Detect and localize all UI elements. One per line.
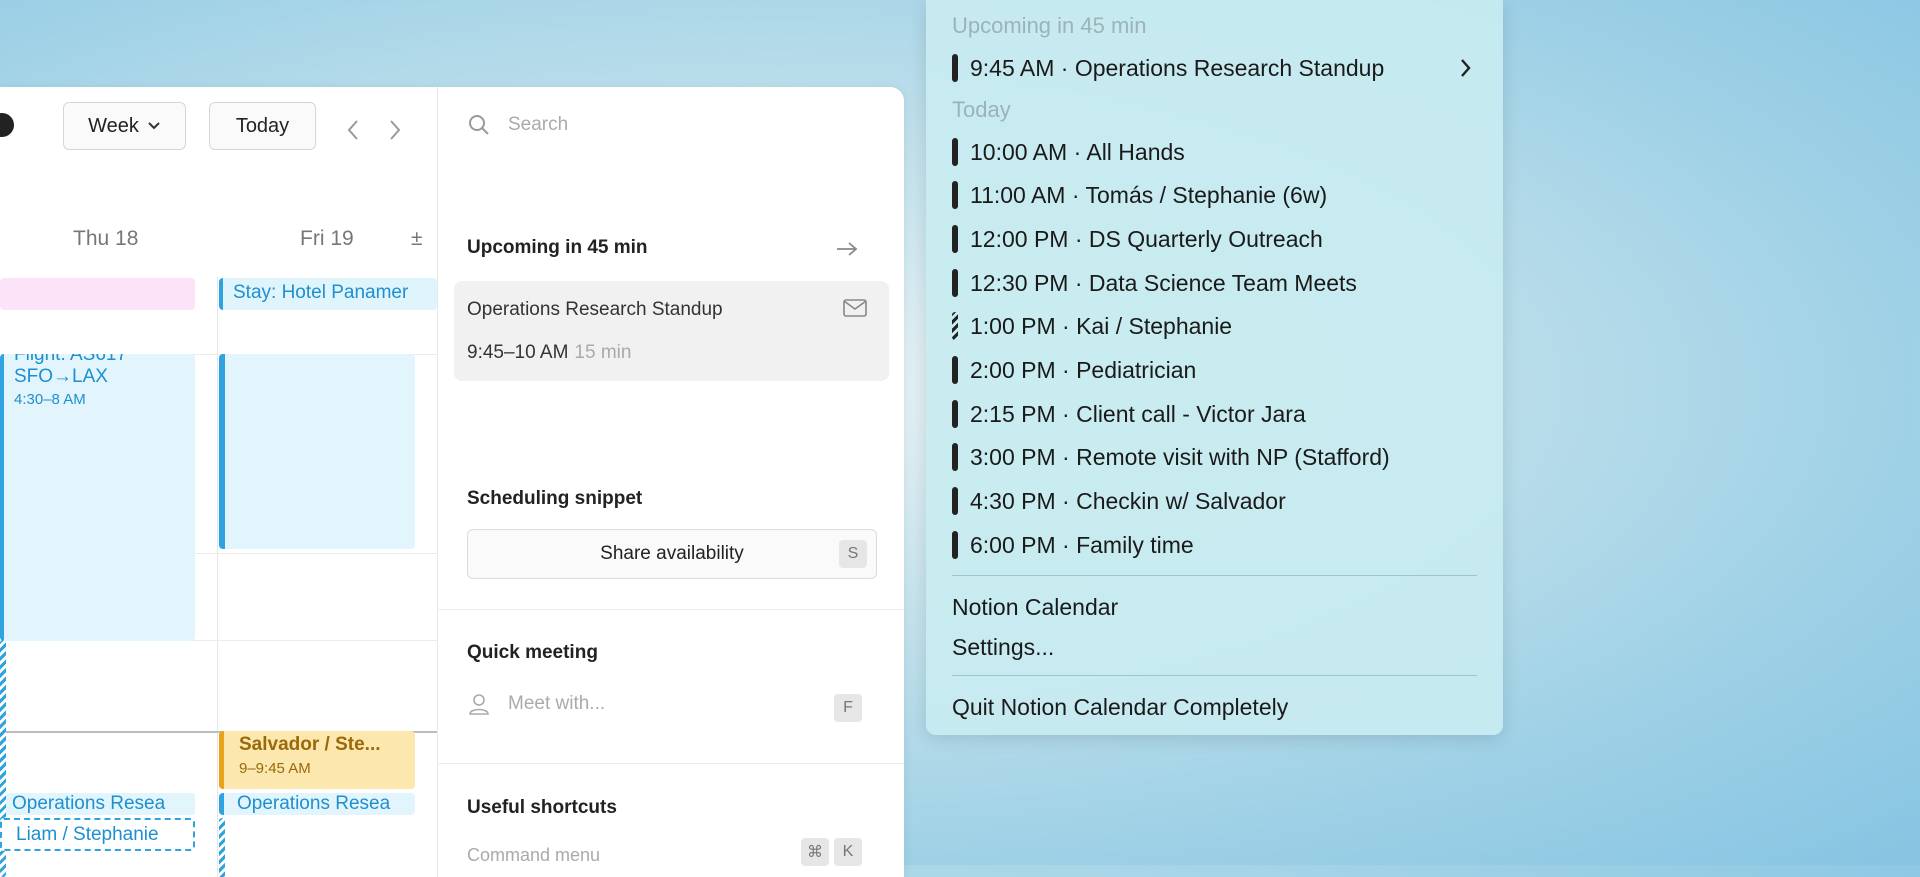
menu-item-label: 6:00 PM · Family time: [970, 531, 1194, 558]
menu-item-event[interactable]: 6:00 PM · Family time: [952, 530, 1194, 560]
right-sidebar: Search Upcoming in 45 min Operations Res…: [437, 87, 904, 877]
event-color-bar: [952, 54, 958, 82]
calendar-event-salvador[interactable]: Salvador / Ste... 9–9:45 AM: [219, 731, 415, 789]
search-input[interactable]: Search: [468, 114, 568, 136]
event-title: Flight: AS617: [14, 354, 128, 365]
upcoming-title: Upcoming in 45 min: [467, 237, 648, 258]
upcoming-event-card[interactable]: Operations Research Standup 9:45–10 AM 15…: [454, 281, 889, 381]
quick-meeting-title: Quick meeting: [467, 642, 598, 663]
chevron-right-icon: [1461, 59, 1471, 77]
avatar[interactable]: [0, 113, 14, 137]
event-route: SFO→LAX: [14, 366, 108, 387]
menu-item-app-name[interactable]: Notion Calendar: [952, 594, 1118, 621]
person-icon: [469, 694, 489, 715]
menu-item-upcoming[interactable]: 9:45 AM · Operations Research Standup: [952, 53, 1384, 83]
scheduling-title: Scheduling snippet: [467, 488, 643, 509]
event-color-bar: [952, 356, 958, 384]
share-availability-button[interactable]: Share availability S: [467, 529, 877, 579]
event-color-bar: [952, 443, 958, 471]
menu-divider: [952, 675, 1477, 676]
shortcuts-title: Useful shortcuts: [467, 797, 617, 818]
menu-item-event[interactable]: 4:30 PM · Checkin w/ Salvador: [952, 486, 1286, 516]
menubar-dropdown: Upcoming in 45 min 9:45 AM · Operations …: [926, 0, 1503, 735]
menu-item-event[interactable]: 2:00 PM · Pediatrician: [952, 355, 1196, 385]
menu-item-event[interactable]: 12:00 PM · DS Quarterly Outreach: [952, 224, 1323, 254]
chevron-right-icon[interactable]: [388, 119, 402, 141]
chevron-left-icon[interactable]: [346, 119, 360, 141]
column-divider: [217, 277, 218, 877]
event-time: 9–9:45 AM: [239, 760, 311, 777]
arrow-right-icon[interactable]: [836, 241, 858, 257]
menu-item-label: 12:00 PM · DS Quarterly Outreach: [970, 225, 1323, 252]
event-title: Salvador / Ste...: [239, 734, 381, 755]
event-color-bar: [952, 487, 958, 515]
view-select-label: Week: [88, 114, 139, 137]
upcoming-event-time: 9:45–10 AM 15 min: [467, 342, 631, 364]
share-availability-label: Share availability: [600, 543, 744, 564]
menu-item-quit[interactable]: Quit Notion Calendar Completely: [952, 694, 1288, 721]
event-color-bar: [952, 225, 958, 253]
command-menu-shortcut[interactable]: Command menu: [467, 845, 600, 866]
menu-item-event[interactable]: 2:15 PM · Client call - Victor Jara: [952, 399, 1306, 429]
event-duration: 15 min: [574, 342, 632, 363]
menu-item-label: 9:45 AM · Operations Research Standup: [970, 54, 1385, 81]
menu-item-settings[interactable]: Settings...: [952, 634, 1054, 661]
day-header-fri: Fri 19: [300, 227, 354, 250]
search-placeholder: Search: [508, 114, 569, 135]
k-key-badge: K: [834, 838, 862, 866]
cmd-key-badge: ⌘: [801, 838, 829, 866]
timezone-toggle-icon[interactable]: ±: [411, 227, 423, 251]
calendar-event-allday[interactable]: [0, 278, 195, 310]
event-color-bar: [952, 181, 958, 209]
meet-with-placeholder: Meet with...: [508, 693, 606, 714]
event-time-range: 9:45–10 AM: [467, 342, 569, 363]
event-color-bar: [952, 400, 958, 428]
calendar-event-hotel[interactable]: Stay: Hotel Panamer: [219, 278, 437, 310]
menu-item-event[interactable]: 10:00 AM · All Hands: [952, 137, 1185, 167]
menu-item-label: 3:00 PM · Remote visit with NP (Stafford…: [970, 443, 1390, 470]
shortcut-badge: S: [839, 540, 867, 568]
event-color-bar: [952, 531, 958, 559]
event-color-bar-tentative: [952, 312, 958, 340]
menu-item-label: 12:30 PM · Data Science Team Meets: [970, 269, 1357, 296]
calendar-event-hotel-block[interactable]: [219, 354, 415, 549]
day-header-thu: Thu 18: [73, 227, 139, 250]
menu-item-label: 2:15 PM · Client call - Victor Jara: [970, 400, 1306, 427]
menu-item-event[interactable]: 12:30 PM · Data Science Team Meets: [952, 268, 1357, 298]
menu-item-label: 2:00 PM · Pediatrician: [970, 356, 1197, 383]
event-color-bar: [952, 138, 958, 166]
calendar-event-flight[interactable]: Flight: AS617 SFO→LAX 4:30–8 AM: [0, 354, 195, 641]
menu-heading-upcoming: Upcoming in 45 min: [952, 13, 1147, 38]
calendar-event-liam[interactable]: Liam / Stephanie: [0, 818, 195, 851]
menu-divider: [952, 575, 1477, 576]
menu-item-label: 11:00 AM · Tomás / Stephanie (6w): [970, 181, 1328, 208]
shortcut-badge: F: [834, 694, 862, 722]
upcoming-event-title: Operations Research Standup: [467, 299, 723, 320]
search-icon: [469, 115, 489, 135]
event-time: 4:30–8 AM: [14, 391, 86, 408]
calendar-window: Week Today Thu 18 Fri 19 ± Stay: Hotel P…: [0, 87, 904, 877]
section-divider: [438, 609, 904, 610]
calendar-event-tentative[interactable]: [219, 818, 225, 877]
mail-icon[interactable]: [843, 299, 867, 317]
calendar-event-ops-fri[interactable]: Operations Resea: [219, 793, 415, 815]
chevron-down-icon: [148, 122, 160, 130]
today-button[interactable]: Today: [209, 102, 316, 150]
menu-item-event[interactable]: 1:00 PM · Kai / Stephanie: [952, 311, 1232, 341]
menu-item-event[interactable]: 3:00 PM · Remote visit with NP (Stafford…: [952, 442, 1390, 472]
menu-item-label: 10:00 AM · All Hands: [970, 138, 1185, 165]
section-divider: [438, 763, 904, 764]
calendar-event-ops-thu[interactable]: Operations Resea: [6, 793, 195, 815]
event-color-bar: [952, 269, 958, 297]
menu-item-label: 1:00 PM · Kai / Stephanie: [970, 312, 1233, 339]
menu-item-event[interactable]: 11:00 AM · Tomás / Stephanie (6w): [952, 180, 1327, 210]
view-select-button[interactable]: Week: [63, 102, 186, 150]
meet-with-input[interactable]: Meet with...: [468, 693, 605, 715]
menu-heading-today: Today: [952, 97, 1011, 122]
calendar-toolbar: Week Today: [0, 87, 437, 177]
menu-item-label: 4:30 PM · Checkin w/ Salvador: [970, 487, 1286, 514]
